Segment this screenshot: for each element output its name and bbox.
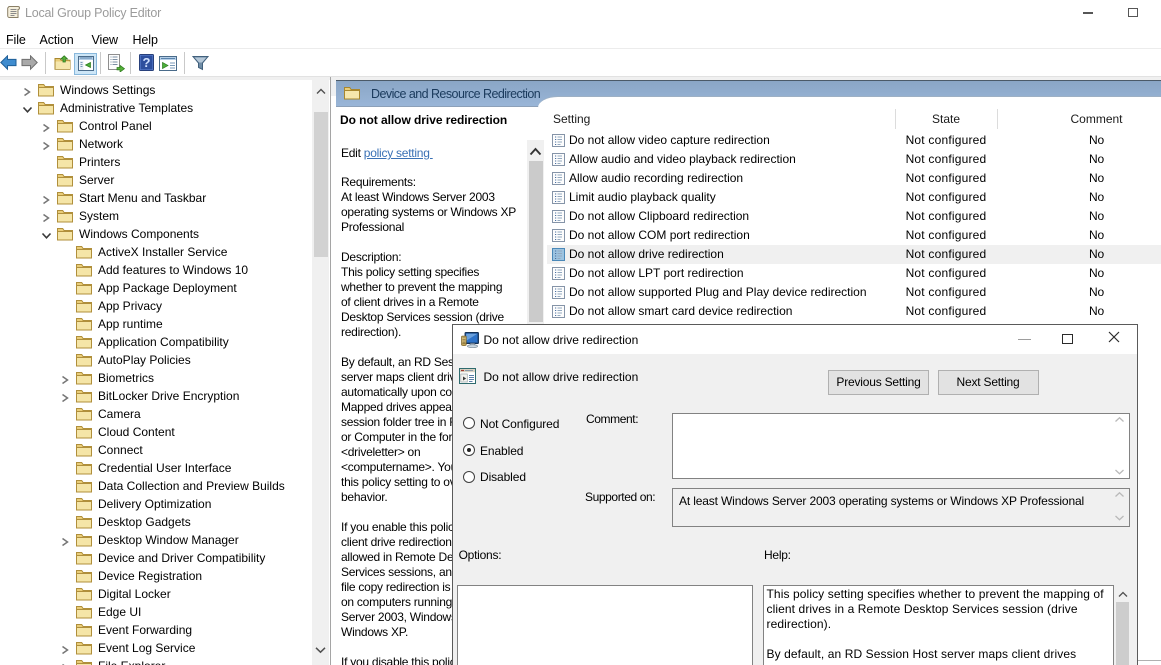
- svg-text:?: ?: [143, 55, 151, 70]
